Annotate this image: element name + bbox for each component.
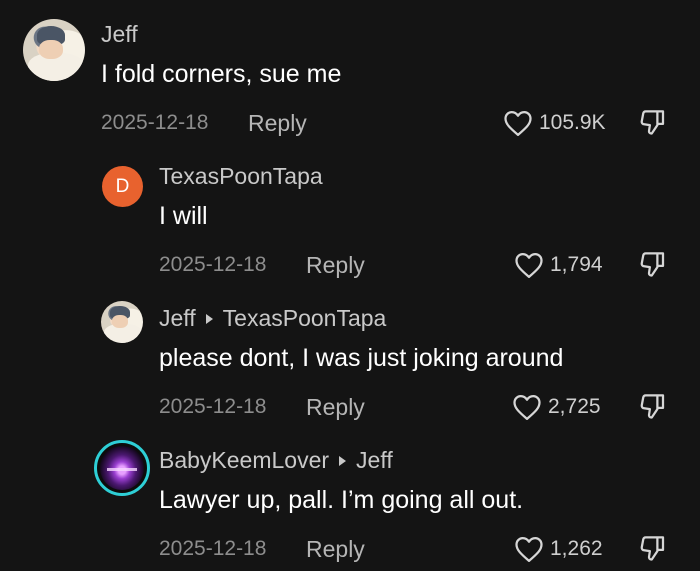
thumbs-down-icon[interactable] xyxy=(638,533,668,563)
comment-date: 2025-12-18 xyxy=(159,395,267,418)
comment-item: D TexasPoonTapa I will 2025-12-18 Reply … xyxy=(0,145,700,287)
comment-author[interactable]: Jeff xyxy=(101,21,138,48)
heart-outline-icon xyxy=(515,537,543,562)
like-button[interactable]: 2,725 xyxy=(512,392,601,422)
avatar-letter: D xyxy=(115,175,130,197)
heart-outline-icon xyxy=(504,111,532,136)
comment-text: I will xyxy=(159,202,208,230)
comment-text: Lawyer up, pall. I’m going all out. xyxy=(159,486,524,514)
thumbs-down-icon[interactable] xyxy=(638,249,668,279)
avatar[interactable]: D xyxy=(102,166,143,207)
reply-button[interactable]: Reply xyxy=(248,110,307,137)
heart-outline-icon xyxy=(515,253,543,278)
comment-author-name[interactable]: BabyKeemLover xyxy=(159,447,329,473)
like-button[interactable]: 1,262 xyxy=(514,534,603,564)
avatar[interactable] xyxy=(94,440,150,496)
reply-button[interactable]: Reply xyxy=(306,394,365,421)
avatar[interactable] xyxy=(23,19,85,81)
reply-arrow-icon xyxy=(205,313,213,324)
like-count: 105.9K xyxy=(539,111,606,134)
like-count: 1,262 xyxy=(550,537,603,560)
thumbs-down-icon[interactable] xyxy=(638,107,668,137)
comment-text: please dont, I was just joking around xyxy=(159,344,564,372)
comment-text: I fold corners, sue me xyxy=(101,60,342,88)
thumbs-down-icon[interactable] xyxy=(638,391,668,421)
comment-author-name[interactable]: Jeff xyxy=(159,305,196,331)
comment-item: BabyKeemLover Jeff Lawyer up, pall. I’m g… xyxy=(0,429,700,571)
comment-date: 2025-12-18 xyxy=(101,111,209,134)
like-button[interactable]: 105.9K xyxy=(503,108,606,138)
comment-item: Jeff TexasPoonTapa please dont, I was jus… xyxy=(0,287,700,429)
reply-button[interactable]: Reply xyxy=(306,536,365,563)
comment-author[interactable]: TexasPoonTapa xyxy=(159,163,323,190)
reply-button[interactable]: Reply xyxy=(306,252,365,279)
like-count: 2,725 xyxy=(548,395,601,418)
comment-item: Jeff I fold corners, sue me 2025-12-18 R… xyxy=(0,0,700,145)
reply-to-name[interactable]: TexasPoonTapa xyxy=(223,305,387,331)
comment-author[interactable]: Jeff TexasPoonTapa xyxy=(159,305,386,332)
comment-author[interactable]: BabyKeemLover Jeff xyxy=(159,447,393,474)
like-button[interactable]: 1,794 xyxy=(514,250,603,280)
reply-arrow-icon xyxy=(339,455,347,466)
comment-date: 2025-12-18 xyxy=(159,253,267,276)
avatar[interactable] xyxy=(101,301,143,343)
like-count: 1,794 xyxy=(550,253,603,276)
comment-date: 2025-12-18 xyxy=(159,537,267,560)
reply-to-name[interactable]: Jeff xyxy=(356,447,393,473)
heart-outline-icon xyxy=(513,395,541,420)
